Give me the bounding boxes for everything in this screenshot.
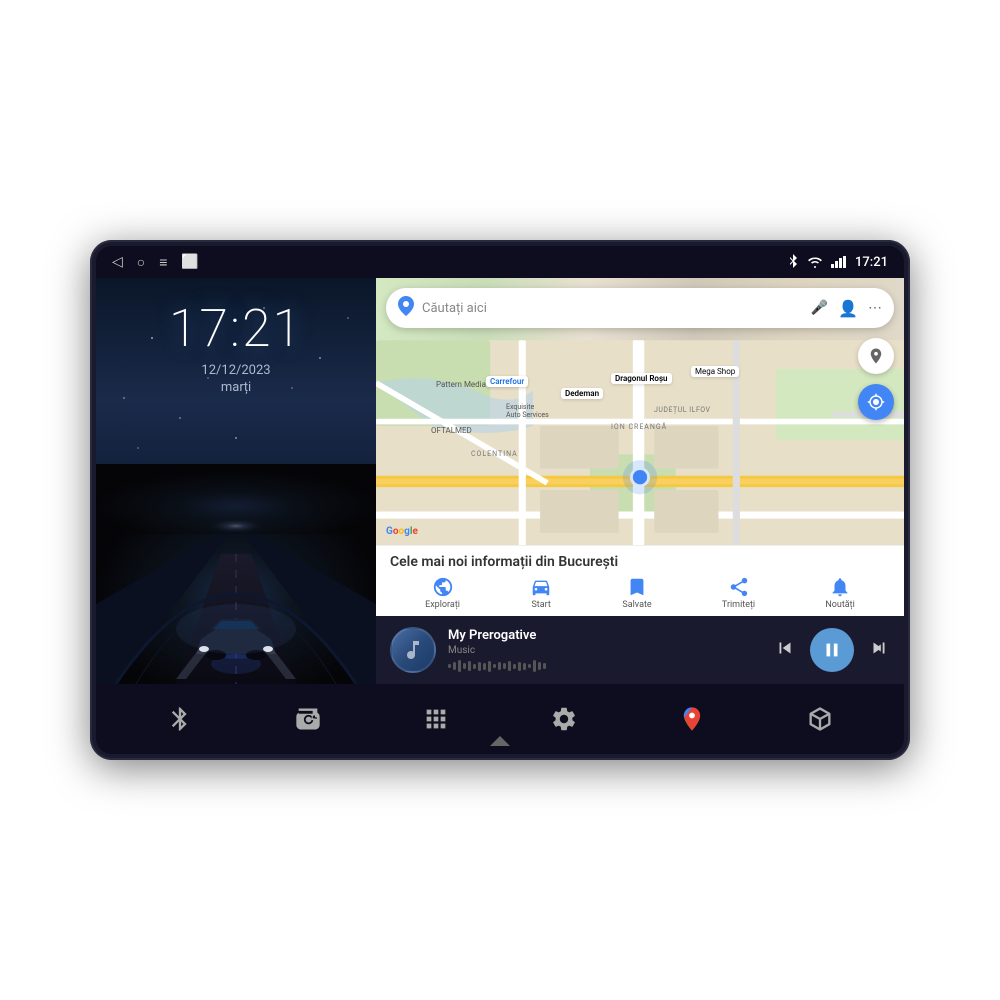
music-play-pause-button[interactable] [810, 628, 854, 672]
music-album-art [390, 627, 436, 673]
bottom-nav-radio[interactable] [294, 705, 322, 733]
map-nav-saved[interactable]: Salvate [622, 576, 651, 610]
map-poi-carrefour: Carrefour [486, 376, 528, 387]
map-nav-explore[interactable]: Explorați [425, 576, 460, 610]
map-poi-pattern-media: Pattern Media [436, 380, 486, 389]
search-action-icons: 🎤 👤 ⋯ [811, 299, 882, 318]
bottom-nav-settings[interactable] [550, 705, 578, 733]
map-poi-ion-creanga: ION CREANGĂ [611, 423, 667, 431]
bottom-nav-maps[interactable] [678, 705, 706, 733]
google-maps-logo: Google [386, 526, 418, 537]
map-info-bar: Cele mai noi informații din București Ex… [376, 545, 904, 616]
music-title: My Prerogative [448, 628, 762, 643]
music-info: My Prerogative Music [448, 628, 762, 672]
map-area[interactable]: Căutați aici 🎤 👤 ⋯ [376, 278, 904, 545]
signal-status-icon [831, 256, 847, 268]
main-content: 17:21 12/12/2023 marți [96, 278, 904, 684]
music-next-button[interactable] [868, 637, 890, 664]
music-prev-button[interactable] [774, 637, 796, 664]
bottom-nav-bluetooth[interactable] [166, 705, 194, 733]
map-search-bar[interactable]: Căutați aici 🎤 👤 ⋯ [386, 288, 894, 328]
maps-logo-icon [398, 296, 414, 320]
scroll-up-indicator[interactable] [490, 734, 510, 750]
map-svg [376, 328, 904, 545]
map-poi-dragonul-rosu: Dragonul Roșu [611, 373, 672, 384]
tunnel-scene [96, 464, 376, 684]
left-panel: 17:21 12/12/2023 marți [96, 278, 376, 684]
search-placeholder[interactable]: Căutați aici [422, 301, 803, 316]
map-poi-mega-shop: Mega Shop [691, 366, 739, 377]
nav-home-icon[interactable]: ○ [137, 254, 145, 271]
map-location-control[interactable] [858, 338, 894, 374]
map-poi-judetul-ilfov: JUDEȚUL ILFOV [654, 406, 711, 414]
nav-screenshot-icon[interactable]: ⬜ [181, 254, 198, 270]
profile-icon[interactable]: 👤 [838, 299, 858, 318]
map-nav-icons: Explorați Start Salvate Trimiteți [390, 576, 890, 616]
map-info-title: Cele mai noi informații din București [390, 554, 890, 570]
voice-search-icon[interactable]: 🎤 [811, 300, 828, 316]
map-nav-share-label: Trimiteți [722, 600, 755, 610]
clock-time: 17:21 [169, 298, 303, 359]
map-nav-news-label: Noutăți [825, 600, 855, 610]
map-nav-news[interactable]: Noutăți [825, 576, 855, 610]
bluetooth-status-icon [787, 254, 799, 270]
map-nav-saved-label: Salvate [622, 600, 651, 610]
right-panel: Căutați aici 🎤 👤 ⋯ [376, 278, 904, 684]
map-poi-oftalmed: OFTALMED [431, 426, 472, 435]
bottom-nav-ai[interactable] [806, 705, 834, 733]
wifi-status-icon [807, 256, 823, 268]
status-bar: ◁ ○ ≡ ⬜ [96, 246, 904, 278]
screen: ◁ ○ ≡ ⬜ [96, 246, 904, 754]
device-frame: ◁ ○ ≡ ⬜ [90, 240, 910, 760]
nav-back-icon[interactable]: ◁ [112, 254, 123, 270]
music-subtitle: Music [448, 645, 762, 656]
map-nav-start[interactable]: Start [530, 576, 552, 610]
map-nav-share[interactable]: Trimiteți [722, 576, 755, 610]
map-poi-colentina: COLENTINA [471, 450, 518, 458]
map-gps-control[interactable] [858, 384, 894, 420]
music-waveform [448, 660, 762, 672]
map-poi-dedeman: Dedeman [561, 388, 603, 399]
status-bar-left: ◁ ○ ≡ ⬜ [112, 254, 199, 271]
status-time: 17:21 [855, 255, 888, 270]
map-nav-explore-label: Explorați [425, 600, 460, 610]
nav-menu-icon[interactable]: ≡ [159, 254, 167, 271]
bottom-nav [96, 684, 904, 754]
more-icon[interactable]: ⋯ [868, 300, 882, 316]
music-player: My Prerogative Music [376, 616, 904, 684]
map-nav-start-label: Start [531, 600, 550, 610]
bottom-nav-apps[interactable] [422, 705, 450, 733]
clock-date: 12/12/2023 [201, 363, 270, 378]
music-controls [774, 628, 890, 672]
map-poi-exquisite: ExquisiteAuto Services [506, 403, 549, 419]
status-bar-right: 17:21 [787, 254, 888, 270]
clock-day: marți [221, 380, 251, 395]
